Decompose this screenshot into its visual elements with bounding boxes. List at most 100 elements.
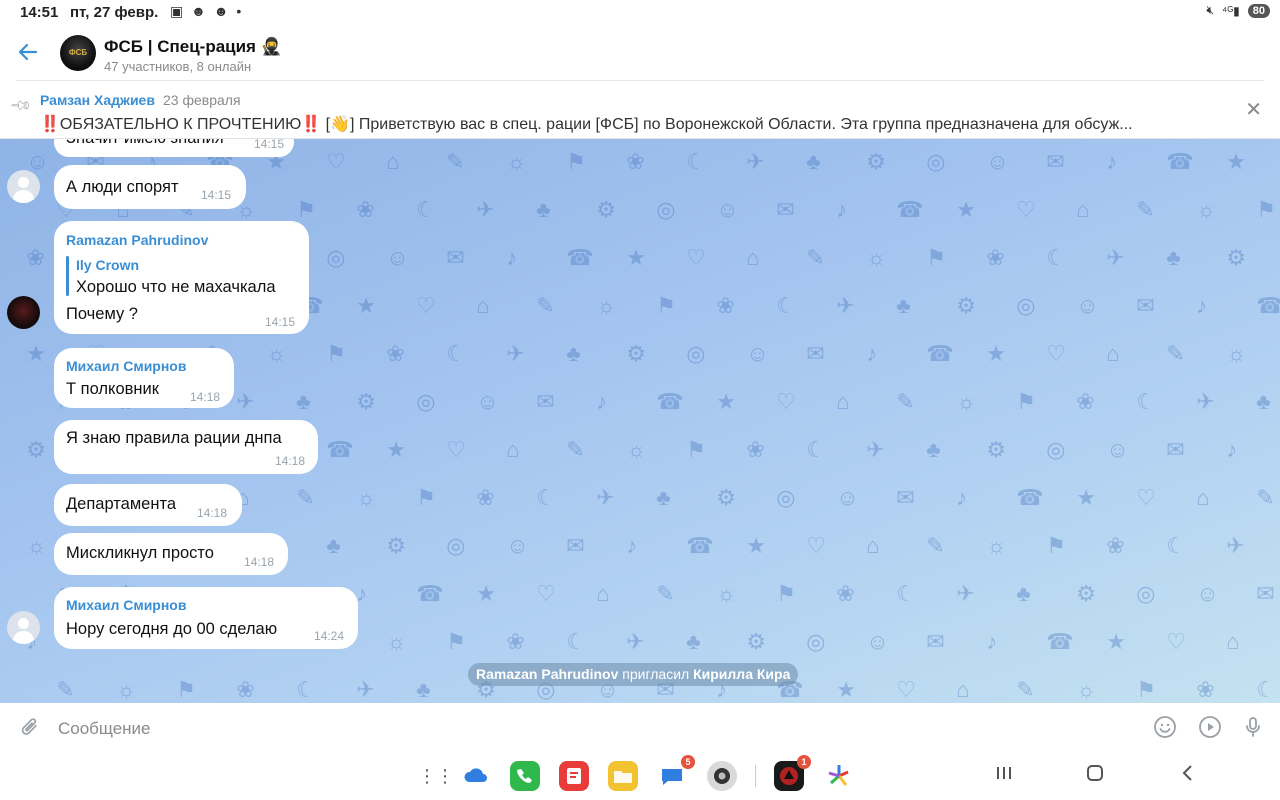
wallpaper-doodle-icon: ☎ <box>416 581 444 606</box>
message-time: 14:15 <box>265 315 296 329</box>
service-actor[interactable]: Ramazan Pahrudinov <box>476 666 618 682</box>
wallpaper-doodle-icon: ☺ <box>866 629 889 654</box>
message-text: А люди спорят <box>66 178 179 196</box>
wallpaper-doodle-icon: ✈ <box>956 581 975 606</box>
wallpaper-doodle-icon: ⚑ <box>326 341 346 366</box>
camera-app-icon[interactable] <box>707 761 737 791</box>
wallpaper-doodle-icon: ☾ <box>776 293 796 318</box>
message-bubble[interactable]: Значит имею знания 14:15 <box>54 139 294 157</box>
wallpaper-doodle-icon: ⌂ <box>1196 485 1210 510</box>
message-input[interactable] <box>56 713 1120 745</box>
notification-icons: ▣ ☻ ☻ • <box>170 3 244 19</box>
wallpaper-doodle-icon: ✈ <box>746 149 765 174</box>
wallpaper-doodle-icon: ❀ <box>356 197 375 222</box>
wallpaper-doodle-icon: ⌂ <box>476 293 490 318</box>
wallpaper-doodle-icon: ⚙ <box>956 293 976 318</box>
message-time: 14:15 <box>254 139 285 151</box>
wallpaper-doodle-icon: ★ <box>1076 485 1096 510</box>
wallpaper-doodle-icon: ☾ <box>686 149 706 174</box>
wallpaper-doodle-icon: ♪ <box>506 245 518 270</box>
wallpaper-doodle-icon: ⚙ <box>626 341 646 366</box>
close-icon[interactable]: ✕ <box>1245 97 1262 122</box>
wallpaper-doodle-icon: ☎ <box>656 389 684 414</box>
wallpaper-doodle-icon: ⌂ <box>746 245 760 270</box>
wallpaper-doodle-icon: ☎ <box>1046 629 1074 654</box>
wallpaper-doodle-icon: ⚙ <box>356 389 376 414</box>
message-author[interactable]: Ramazan Pahrudinov <box>66 232 208 248</box>
message-author[interactable]: Михаил Смирнов <box>66 597 186 613</box>
microphone-icon[interactable] <box>1240 715 1266 741</box>
wallpaper-doodle-icon: ★ <box>956 197 976 222</box>
cloud-app-icon[interactable] <box>461 761 491 791</box>
wallpaper-doodle-icon: ♣ <box>416 677 431 702</box>
wallpaper-doodle-icon: ✎ <box>536 293 555 318</box>
wallpaper-doodle-icon: ✉ <box>806 341 825 366</box>
wallpaper-doodle-icon: ❀ <box>1196 677 1215 702</box>
reply-author[interactable]: Ily Crown <box>76 257 139 273</box>
emoji-icon[interactable] <box>1152 715 1178 741</box>
avatar[interactable] <box>7 611 40 644</box>
game-app-icon[interactable]: 1 <box>774 755 811 791</box>
wallpaper-doodle-icon: ❀ <box>26 245 45 270</box>
wallpaper-doodle-icon: ♡ <box>1046 341 1066 366</box>
back-nav-icon[interactable] <box>1178 763 1198 789</box>
wallpaper-doodle-icon: ✈ <box>1196 389 1215 414</box>
chat-area[interactable]: ☺ ✉ ♪ ☎ ★ ♡ ⌂ ✎ ☼ ⚑ ❀ ☾ ✈ ♣ ⚙ ◎ ☺ ✉ ♪ ☎ ★ ♡ ⌂ ✎ ☼ ⚑ ❀ ☾ ✈ ♣ ⚙ ◎ ☺ ✉ ♪ ☎ ★ ♡ ⌂ ✎… <box>0 139 1280 703</box>
message-bubble[interactable]: Михаил Смирнов Т полковник 14:18 <box>54 348 234 408</box>
wallpaper-doodle-icon: ❀ <box>1106 533 1125 558</box>
messages-app-icon[interactable]: 5 <box>658 755 695 791</box>
message-bubble[interactable]: Ramazan Pahrudinov Ily Crown Хорошо что … <box>54 221 309 334</box>
wallpaper-doodle-icon: ♣ <box>536 197 551 222</box>
wallpaper-doodle-icon: ★ <box>26 341 46 366</box>
wallpaper-doodle-icon: ✎ <box>1136 197 1155 222</box>
message-time: 14:24 <box>314 629 345 643</box>
home-icon[interactable] <box>1085 763 1105 789</box>
message-bubble[interactable]: Мискликнул просто 14:18 <box>54 533 288 575</box>
pinwheel-app-icon[interactable] <box>824 761 854 791</box>
wallpaper-doodle-icon: ◎ <box>806 629 826 654</box>
wallpaper-doodle-icon: ❀ <box>236 677 255 702</box>
avatar[interactable] <box>7 296 40 329</box>
wallpaper-doodle-icon: ☺ <box>836 485 859 510</box>
chat-avatar[interactable]: ФСБ <box>60 35 96 71</box>
message-bubble[interactable]: Департамента 14:18 <box>54 484 242 526</box>
wallpaper-doodle-icon: ⚑ <box>1136 677 1156 702</box>
notes-app-icon[interactable] <box>559 761 589 791</box>
message-text: Т полковник <box>66 380 159 398</box>
files-app-icon[interactable] <box>608 761 638 791</box>
paperclip-icon[interactable] <box>9 711 45 747</box>
wallpaper-doodle-icon: ☎ <box>896 197 924 222</box>
avatar[interactable] <box>7 170 40 203</box>
message-bubble[interactable]: Я знаю правила рации днпа 14:18 <box>54 420 318 474</box>
wallpaper-doodle-icon: ☺ <box>716 197 739 222</box>
wallpaper-doodle-icon: ♣ <box>326 533 341 558</box>
back-arrow-icon[interactable] <box>16 40 42 66</box>
message-author[interactable]: Михаил Смирнов <box>66 358 186 374</box>
wallpaper-doodle-icon: ⚙ <box>746 629 766 654</box>
pinned-date: 23 февраля <box>163 92 241 108</box>
pinned-message[interactable]: 📌︎ Рамзан Хаджиев 23 февраля ‼️ОБЯЗАТЕЛЬ… <box>0 81 1280 139</box>
wallpaper-doodle-icon: ☾ <box>1256 677 1276 702</box>
wallpaper-doodle-icon: ⚑ <box>296 197 316 222</box>
wallpaper-doodle-icon: ☾ <box>1166 533 1186 558</box>
wallpaper-doodle-icon: ⚙ <box>26 437 46 462</box>
wallpaper-doodle-icon: ☺ <box>1196 581 1219 606</box>
wallpaper-doodle-icon: ✉ <box>896 485 915 510</box>
wallpaper-doodle-icon: ★ <box>386 437 406 462</box>
chat-title[interactable]: ФСБ | Спец-рация 🥷 <box>104 37 282 57</box>
wallpaper-doodle-icon: ⚙ <box>386 533 406 558</box>
wallpaper-doodle-icon: ⌂ <box>956 677 970 702</box>
wallpaper-doodle-icon: ⌂ <box>866 533 880 558</box>
recent-apps-icon[interactable] <box>994 763 1014 789</box>
wallpaper-doodle-icon: ✉ <box>1136 293 1155 318</box>
wallpaper-doodle-icon: ✎ <box>56 677 75 702</box>
video-message-icon[interactable] <box>1197 715 1223 741</box>
wallpaper-doodle-icon: ★ <box>626 245 646 270</box>
wallpaper-doodle-icon: ⌂ <box>596 581 610 606</box>
service-target[interactable]: Кирилла Кира <box>693 666 790 682</box>
wallpaper-doodle-icon: ✉ <box>776 197 795 222</box>
phone-app-icon[interactable] <box>510 761 540 791</box>
message-bubble[interactable]: Михаил Смирнов Нору сегодня до 00 сделаю… <box>54 587 358 649</box>
apps-grid-icon[interactable]: ⋮⋮⋮ <box>418 761 472 791</box>
message-bubble[interactable]: А люди спорят 14:15 <box>54 165 246 209</box>
